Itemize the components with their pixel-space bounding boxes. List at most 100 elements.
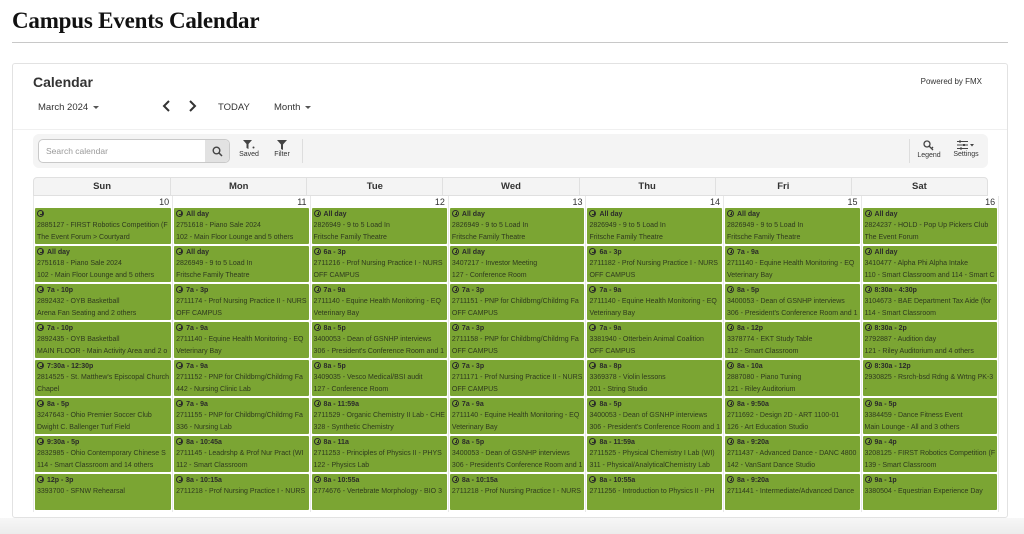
event-card[interactable]: All day 2751618 - Piano Sale 2024 102 - Ma… — [35, 246, 172, 282]
event-card[interactable]: 8a - 5p 3400053 - Dean of GSNHP interview… — [311, 322, 447, 358]
calendar-toolbar: Saved Filter Legend Settings — [33, 134, 988, 168]
event-time: 8:30a - 12p — [874, 363, 911, 370]
event-card[interactable]: 8a - 8p 3369378 - Violin lessons 201 - Str… — [587, 360, 722, 396]
day-cell-sat[interactable]: 16 All day 2824237 - HOLD - Pop Up Pickers… — [862, 196, 1000, 512]
event-card[interactable]: 8a - 10:45a 2711145 - Leadrshp & Prof Nur… — [174, 436, 309, 472]
event-card[interactable]: 7a - 10p 2892435 - OYB Basketball MAIN FLO… — [35, 322, 172, 358]
event-card[interactable]: 7a - 9a 2711140 - Equine Health Monitorin… — [449, 398, 585, 434]
event-card[interactable]: 8a - 10:55a 2711256 - Introduction to Phy… — [587, 474, 722, 510]
event-title: 2711182 - Prof Nursing Practice I - NURS — [589, 260, 718, 267]
event-card[interactable]: 7a - 9a 2711140 - Equine Health Monitorin… — [724, 246, 860, 282]
day-cell-thu[interactable]: 14 All day 2826949 - 9 to 5 Load In Fritsch… — [586, 196, 724, 512]
event-card[interactable]: 7a - 3p 2711174 - Prof Nursing Practice I… — [174, 284, 309, 320]
event-card[interactable]: 9a - 4p 3208125 - FIRST Robotics Competit… — [862, 436, 998, 472]
event-card[interactable]: All day 2824237 - HOLD - Pop Up Pickers C… — [862, 208, 998, 244]
event-location: 142 - VanSant Dance Studio — [726, 462, 816, 469]
day-number[interactable]: 14 — [586, 196, 723, 208]
search-input[interactable] — [39, 140, 207, 162]
event-card[interactable]: 8a - 11a 2711253 - Principles of Physics … — [311, 436, 447, 472]
today-button[interactable]: TODAY — [218, 102, 250, 113]
event-location: The Event Forum — [864, 234, 919, 241]
event-card[interactable]: 7a - 3p 2711171 - Prof Nursing Practice I… — [449, 360, 585, 396]
event-card[interactable]: 8a - 10a 2887080 - Piano Tuning 121 - Rile… — [724, 360, 860, 396]
month-picker[interactable]: March 2024 — [38, 102, 100, 113]
next-month-button[interactable] — [187, 100, 197, 114]
event-card[interactable]: 7a - 9a 2711152 - PNP for Childbrng/Child… — [174, 360, 309, 396]
search-button[interactable] — [205, 140, 229, 162]
day-number[interactable]: 10 — [34, 196, 172, 208]
saved-filters-button[interactable]: Saved — [234, 140, 264, 158]
event-time: 7a - 9a — [186, 401, 208, 408]
event-card[interactable]: 8:30a - 12p 2930825 - Rsrch-bsd Rdng & Wr… — [862, 360, 998, 396]
event-card[interactable]: 7a - 3p 2711151 - PNP for Childbrng/Child… — [449, 284, 585, 320]
event-card[interactable]: 8a - 11:59a 2711529 - Organic Chemistry I… — [311, 398, 447, 434]
event-card[interactable]: 12p - 3p 3393700 - SFNW Rehearsal — [35, 474, 172, 510]
event-card[interactable]: All day 3410477 - Alpha Phi Alpha Intake 1… — [862, 246, 998, 282]
event-card[interactable]: All day 2826949 - 9 to 5 Load In Fritsche … — [724, 208, 860, 244]
event-card[interactable]: 7a - 9a 2711140 - Equine Health Monitorin… — [311, 284, 447, 320]
event-card[interactable]: 6a - 3p 2711182 - Prof Nursing Practice I… — [587, 246, 722, 282]
powered-by-link[interactable]: Powered by FMX — [921, 77, 982, 86]
day-number[interactable]: 16 — [862, 196, 999, 208]
event-card[interactable]: 6a - 3p 2711216 - Prof Nursing Practice I… — [311, 246, 447, 282]
event-card[interactable]: 8:30a - 4:30p 3104673 - BAE Department Ta… — [862, 284, 998, 320]
event-card[interactable]: 9a - 5p 3384459 - Dance Fitness Event Main… — [862, 398, 998, 434]
event-card[interactable]: 9a - 1p 3380504 - Equestrian Experience D… — [862, 474, 998, 510]
event-card[interactable]: 8a - 9:20a 2711437 - Advanced Dance - DAN… — [724, 436, 860, 472]
day-cell-sun[interactable]: 10 2885127 - FIRST Robotics Competition (… — [34, 196, 174, 512]
event-card[interactable]: All day 2826949 - 9 to 5 Load In Fritsche … — [449, 208, 585, 244]
prev-month-button[interactable] — [162, 100, 172, 114]
event-card[interactable]: 8a - 5p 3400053 - Dean of GSNHP interview… — [449, 436, 585, 472]
event-card[interactable]: 8a - 12p 3378774 - EKT Study Table 112 - S… — [724, 322, 860, 358]
event-time-row: 7a - 9a — [726, 247, 858, 258]
event-card[interactable]: All day 3407217 - Investor Meeting 127 - C… — [449, 246, 585, 282]
event-card[interactable]: 2885127 - FIRST Robotics Competition (F T… — [35, 208, 172, 244]
day-number[interactable]: 15 — [724, 196, 861, 208]
event-card[interactable]: 8a - 9:20a 2711441 - Intermediate/Advance… — [724, 474, 860, 510]
event-location: 114 - Smart Classroom and 14 others — [37, 462, 154, 469]
filter-button[interactable]: Filter — [267, 140, 297, 158]
event-location: 102 - Main Floor Lounge and 5 others — [176, 234, 294, 241]
day-number[interactable]: 13 — [449, 196, 586, 208]
day-cell-wed[interactable]: 13 All day 2826949 - 9 to 5 Load In Fritsch… — [449, 196, 587, 512]
legend-button[interactable]: Legend — [912, 140, 946, 159]
event-card[interactable]: 8a - 10:55a 2774676 - Vertebrate Morpholo… — [311, 474, 447, 510]
clock-icon — [176, 248, 184, 255]
view-picker[interactable]: Month — [274, 102, 312, 113]
clock-icon — [589, 438, 597, 445]
event-title: 2711692 - Design 2D - ART 1100-01 — [726, 412, 840, 419]
day-cell-mon[interactable]: 11 All day 2751618 - Piano Sale 2024 102 - … — [173, 196, 311, 512]
clock-icon — [726, 210, 734, 217]
day-cell-tue[interactable]: 12 All day 2826949 - 9 to 5 Load In Fritsch… — [311, 196, 449, 512]
event-card[interactable]: 8a - 5p 3400053 - Dean of GSNHP interview… — [724, 284, 860, 320]
event-card[interactable]: 9:30a - 5p 2832985 - Ohio Contemporary Ch… — [35, 436, 172, 472]
day-number[interactable]: 12 — [311, 196, 448, 208]
event-card[interactable]: All day 2826949 - 9 to 5 Load In Fritsche … — [587, 208, 722, 244]
event-card[interactable]: 7:30a - 12:30p 2814525 - St. Matthew's Ep… — [35, 360, 172, 396]
event-card[interactable]: 8a - 5p 3400053 - Dean of GSNHP interview… — [587, 398, 722, 434]
event-card[interactable]: 8a - 9:50a 2711692 - Design 2D - ART 1100… — [724, 398, 860, 434]
event-card[interactable]: 8a - 11:59a 2711525 - Physical Chemistry … — [587, 436, 722, 472]
event-card[interactable]: 7a - 9a 3381940 - Otterbein Animal Coalit… — [587, 322, 722, 358]
event-card[interactable]: 8:30a - 2p 2792887 - Audition day 121 - Ri… — [862, 322, 998, 358]
day-number[interactable]: 11 — [173, 196, 309, 208]
event-time-row: All day — [313, 209, 445, 220]
event-card[interactable]: 7a - 9a 2711140 - Equine Health Monitorin… — [587, 284, 722, 320]
event-card[interactable]: All day 2751618 - Piano Sale 2024 102 - Ma… — [174, 208, 309, 244]
clock-icon — [176, 286, 184, 293]
event-card[interactable]: All day 2826949 - 9 to 5 Load In Fritsche … — [311, 208, 447, 244]
event-card[interactable]: 8a - 10:15a 2711218 - Prof Nursing Practi… — [449, 474, 585, 510]
event-card[interactable]: 8a - 5p 3409035 - Vesco Medical/BSI audit… — [311, 360, 447, 396]
event-card[interactable]: 8a - 5p 3247643 - Ohio Premier Soccer Clu… — [35, 398, 172, 434]
event-time: 8a - 5p — [736, 287, 760, 294]
event-card[interactable]: 7a - 9a 2711155 - PNP for Childbrng/Child… — [174, 398, 309, 434]
settings-button[interactable]: Settings — [948, 140, 984, 158]
event-card[interactable]: 8a - 10:15a 2711218 - Prof Nursing Practi… — [174, 474, 309, 510]
event-card[interactable]: 7a - 10p 2892432 - OYB Basketball Arena Fa… — [35, 284, 172, 320]
event-location: 306 - President's Conference Room and 1 — [726, 310, 858, 317]
day-cell-fri[interactable]: 15 All day 2826949 - 9 to 5 Load In Fritsch… — [724, 196, 862, 512]
event-card[interactable]: 7a - 9a 2711140 - Equine Health Monitorin… — [174, 322, 309, 358]
event-card[interactable]: All day 2826949 - 9 to 5 Load In Fritsche … — [174, 246, 309, 282]
event-title: 2887080 - Piano Tuning — [726, 374, 802, 381]
event-card[interactable]: 7a - 3p 2711158 - PNP for Childbrng/Child… — [449, 322, 585, 358]
